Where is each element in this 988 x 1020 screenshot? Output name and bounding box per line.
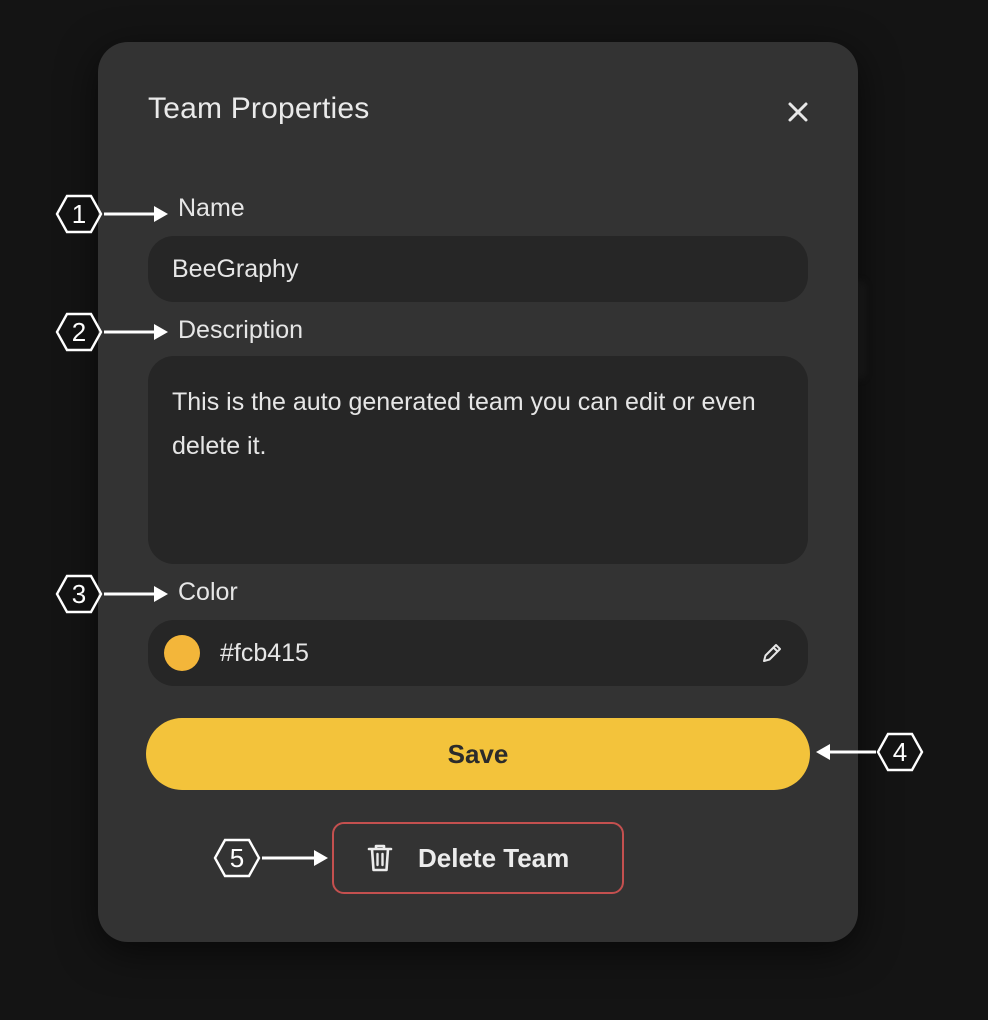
description-label: Description xyxy=(178,316,304,344)
color-value: #fcb415 xyxy=(220,638,309,667)
name-input[interactable]: BeeGraphy xyxy=(148,236,808,302)
annotation-number-4: 4 xyxy=(893,737,907,767)
annotation-number-1: 1 xyxy=(72,199,86,229)
color-label: Color xyxy=(178,578,238,606)
annotation-number-3: 3 xyxy=(72,579,86,609)
annotation-callout-4: 4 xyxy=(816,732,924,772)
color-swatch[interactable] xyxy=(164,635,200,671)
color-picker-field[interactable]: #fcb415 xyxy=(148,620,808,686)
annotation-callout-5: 5 xyxy=(213,838,328,878)
description-value: This is the auto generated team you can … xyxy=(172,388,756,460)
trash-icon xyxy=(367,844,393,872)
save-button[interactable]: Save xyxy=(146,718,810,790)
delete-team-button[interactable]: Delete Team xyxy=(332,822,624,894)
save-label: Save xyxy=(447,738,509,769)
annotation-number-2: 2 xyxy=(72,317,86,347)
annotation-callout-3: 3 xyxy=(55,574,168,614)
dialog-title: Team Properties xyxy=(148,92,370,125)
name-value: BeeGraphy xyxy=(172,254,299,283)
description-textarea[interactable]: This is the auto generated team you can … xyxy=(148,356,808,564)
close-icon[interactable] xyxy=(782,96,814,128)
pencil-icon[interactable] xyxy=(758,639,786,667)
delete-label: Delete Team xyxy=(418,842,570,873)
name-label: Name xyxy=(178,194,245,222)
annotation-callout-1: 1 xyxy=(55,194,168,234)
annotation-callout-2: 2 xyxy=(55,312,168,352)
annotation-number-5: 5 xyxy=(230,843,244,873)
